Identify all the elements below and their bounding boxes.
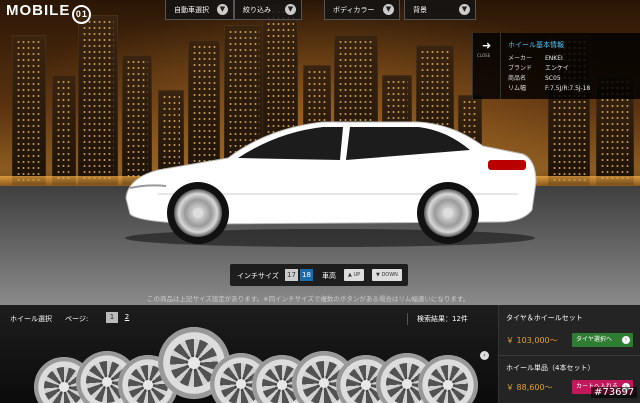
top-bar: MOBILE 01 自動車選択 ▼ 絞り込み ▼ ボディカラー ▼ 背景 ▼: [0, 0, 640, 24]
ride-height-label: 車高: [322, 272, 336, 280]
logo-badge: 01: [72, 5, 92, 24]
watermark: #73697: [591, 387, 638, 398]
building: [12, 35, 46, 185]
car-select-dropdown[interactable]: 自動車選択 ▼: [165, 0, 234, 20]
logo-text: MOBILE: [6, 2, 71, 19]
wheel-carousel: [30, 327, 485, 403]
chevron-down-icon: ▼: [217, 4, 228, 15]
set-price: ￥ 103,000〜: [506, 336, 558, 345]
info-key: リム幅: [508, 85, 527, 92]
info-key: ブランド: [508, 65, 533, 72]
height-down-button[interactable]: ▼ DOWN: [372, 269, 402, 281]
height-up-button[interactable]: ▲ UP: [344, 269, 365, 281]
button-label: タイヤ選択へ: [576, 336, 612, 343]
wheel-only-price: ￥ 88,600〜: [506, 383, 553, 392]
down-label: DOWN: [381, 272, 398, 278]
info-row: リム幅 F:7.5J/R:7.5J-18: [508, 83, 590, 92]
tire-wheel-set-title: タイヤ＆ホイールセット: [506, 314, 583, 322]
inch-size-label: インチサイズ: [237, 272, 279, 280]
bottom-panel: ホイール選択 ページ: 1 2 検索結果：12件 タイヤ＆ホイールセット ￥ 1…: [0, 305, 640, 403]
arrow-right-icon: ➜: [482, 39, 492, 52]
background-dropdown[interactable]: 背景 ▼: [404, 0, 476, 20]
select-tire-button[interactable]: タイヤ選択へ ›: [572, 333, 633, 347]
triangle-up-icon: ▲: [348, 272, 352, 278]
wheel-selection: ホイール選択 ページ: 1 2 検索結果：12件: [0, 305, 498, 403]
divider: [499, 355, 640, 356]
page-1-button[interactable]: 1: [106, 312, 118, 323]
dropdown-label: 背景: [413, 6, 427, 14]
building: [52, 75, 76, 185]
triangle-down-icon: ▼: [376, 272, 380, 278]
mobile01-logo[interactable]: MOBILE 01: [6, 2, 92, 24]
wheel-option[interactable]: [418, 355, 478, 403]
chevron-down-icon: ▼: [459, 4, 470, 15]
size-controls: インチサイズ 車高 ▲ UP ▼ DOWN: [230, 264, 408, 286]
size-17-button[interactable]: 17: [285, 269, 298, 281]
building: [78, 15, 118, 185]
info-value: エンケイ: [545, 65, 569, 72]
car-image: [118, 110, 543, 250]
chevron-down-icon: ▼: [383, 4, 394, 15]
info-row: 商品名 SC05: [508, 73, 561, 82]
wheel-only-title: ホイール単品（4本セット）: [506, 364, 595, 372]
page-2-link[interactable]: 2: [121, 312, 133, 323]
info-value: F:7.5J/R:7.5J-18: [545, 85, 591, 92]
result-count: 検索結果：12件: [417, 315, 468, 323]
page-label: ページ:: [65, 315, 89, 323]
info-title: ホイール基本情報: [508, 41, 564, 49]
up-label: UP: [353, 272, 361, 278]
wheel-select-title: ホイール選択: [10, 315, 52, 323]
close-info-button[interactable]: ➜ CLOSE: [473, 33, 501, 99]
filter-dropdown[interactable]: 絞り込み ▼: [234, 0, 302, 20]
close-label: CLOSE: [477, 53, 491, 58]
dropdown-label: ボディカラー: [333, 6, 375, 14]
wheel-info-panel: ➜ CLOSE ホイール基本情報 メーカー ENKEI ブランド エンケイ 商品名 S…: [472, 33, 640, 99]
arrow-right-icon: ›: [622, 336, 630, 344]
chevron-down-icon: ▼: [285, 4, 296, 15]
info-row: メーカー ENKEI: [508, 53, 563, 62]
info-key: メーカー: [508, 55, 533, 62]
dropdown-label: 絞り込み: [243, 6, 271, 14]
info-value: ENKEI: [545, 55, 563, 62]
info-row: ブランド エンケイ: [508, 63, 569, 72]
body-color-dropdown[interactable]: ボディカラー ▼: [324, 0, 400, 20]
size-18-button[interactable]: 18: [300, 269, 313, 281]
dropdown-label: 自動車選択: [174, 6, 209, 14]
info-key: 商品名: [508, 75, 527, 82]
carousel-next-icon[interactable]: ›: [480, 351, 489, 360]
divider: [407, 313, 408, 325]
info-value: SC05: [545, 75, 561, 82]
size-notice: この商品は上記サイズ設定があります。※同インチサイズで複数のボタンがある場合はリ…: [147, 295, 470, 303]
